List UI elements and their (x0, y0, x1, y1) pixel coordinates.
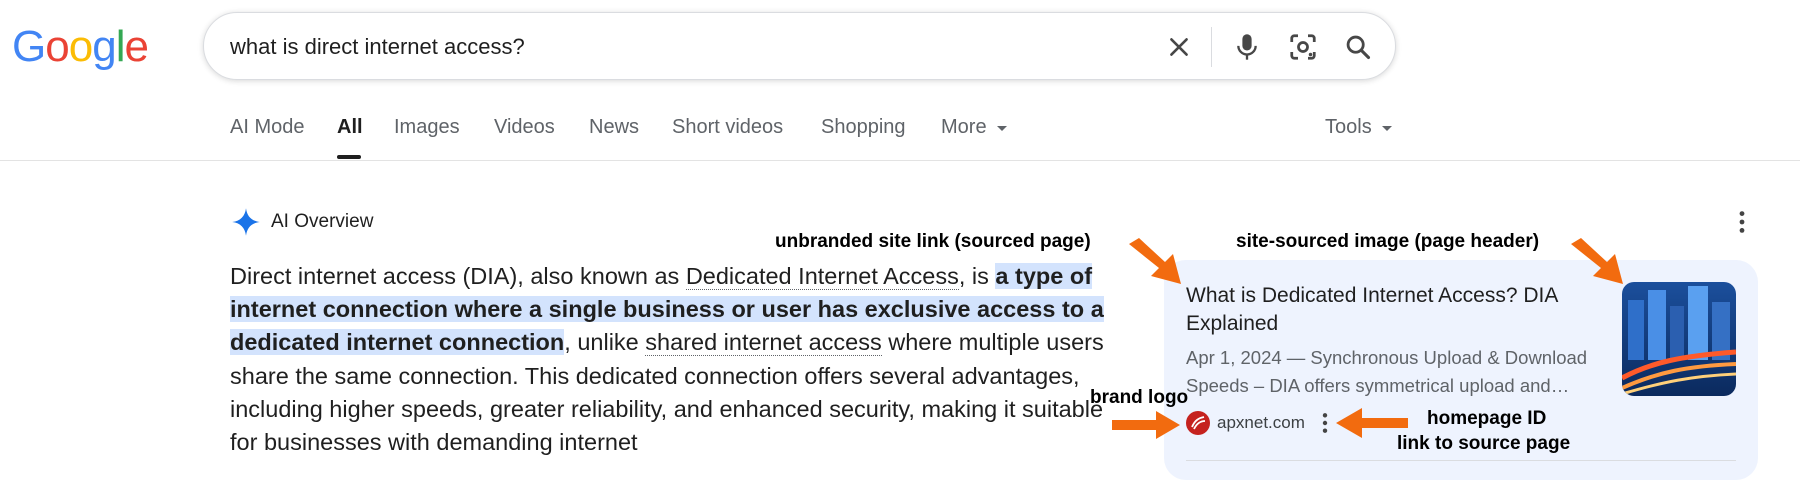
logo-letter: l (115, 22, 126, 71)
search-input[interactable] (230, 27, 1110, 67)
search-box[interactable] (203, 12, 1396, 80)
overview-text: , unlike (564, 329, 646, 356)
logo-letter: G (12, 22, 46, 71)
arrow-homepage-id-icon (1336, 408, 1408, 438)
tab-videos[interactable]: Videos (494, 116, 555, 139)
header-divider (0, 160, 1800, 161)
annotation-site-link: unbranded site link (sourced page) (775, 231, 1091, 252)
ai-overview-title: AI Overview (271, 211, 374, 232)
overview-text: , is (958, 263, 996, 289)
logo-letter: e (124, 22, 149, 71)
annotation-site-image: site-sourced image (page header) (1236, 231, 1540, 252)
logo-letter: o (45, 22, 70, 71)
tab-more-label: More (941, 116, 987, 138)
tools-button[interactable]: Tools (1325, 116, 1393, 139)
google-logo[interactable]: Google (12, 22, 149, 72)
search-icon[interactable] (1341, 30, 1375, 64)
tab-news[interactable]: News (589, 116, 639, 139)
search-divider (1211, 27, 1212, 67)
tab-ai-mode[interactable]: AI Mode (230, 116, 304, 139)
source-title-link[interactable]: What is Dedicated Internet Access? DIA E… (1186, 282, 1606, 338)
caret-down-icon (1382, 125, 1393, 131)
card-divider (1186, 460, 1736, 461)
logo-letter: o (68, 22, 94, 71)
arrow-brand-logo-icon (1112, 411, 1180, 439)
source-thumbnail-image[interactable] (1622, 282, 1736, 396)
lens-camera-icon[interactable] (1286, 30, 1320, 64)
arrow-site-link-icon (1129, 238, 1181, 284)
source-snippet: Apr 1, 2024 — Synchronous Upload & Downl… (1186, 347, 1588, 396)
shared-internet-access-link[interactable]: shared internet access (645, 329, 882, 357)
logo-letter: g (92, 22, 117, 71)
clear-icon[interactable] (1162, 30, 1196, 64)
caret-down-icon (997, 125, 1008, 131)
overview-text: Direct internet access (DIA), also known… (230, 263, 686, 289)
ai-overview-text: Direct internet access (DIA), also known… (230, 260, 1110, 459)
tools-label: Tools (1325, 116, 1372, 138)
active-tab-indicator (337, 155, 361, 159)
overview-more-icon[interactable] (1735, 210, 1749, 239)
arrow-site-image-icon (1571, 238, 1623, 284)
tab-shopping[interactable]: Shopping (821, 116, 906, 139)
ai-overview-header: AI Overview (231, 207, 373, 237)
gemini-sparkle-icon (232, 208, 260, 236)
annotation-source-link: link to source page (1397, 433, 1571, 454)
annotation-brand-logo: brand logo (1090, 387, 1189, 408)
tab-images[interactable]: Images (394, 116, 460, 139)
annotation-homepage-id: homepage ID (1427, 408, 1547, 429)
dedicated-internet-access-link[interactable]: Dedicated Internet Access (685, 263, 959, 290)
microphone-icon[interactable] (1230, 30, 1264, 64)
tab-all[interactable]: All (337, 116, 363, 139)
site-favicon[interactable] (1186, 411, 1210, 435)
source-more-icon[interactable] (1320, 412, 1330, 439)
tab-more[interactable]: More (941, 116, 1008, 139)
source-site-name[interactable]: apxnet.com (1217, 413, 1305, 433)
tab-short-videos[interactable]: Short videos (672, 116, 783, 139)
